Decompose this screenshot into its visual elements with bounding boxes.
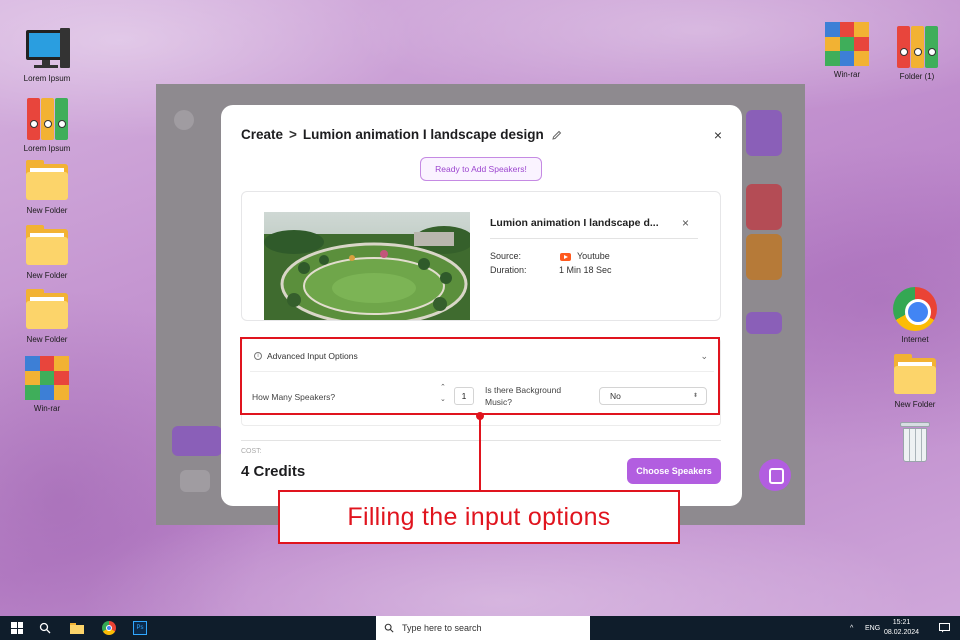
video-card: Lumion animation I landscape d... × Sour…	[241, 191, 721, 321]
desktop-icon-label: New Folder	[894, 400, 936, 409]
chrome-icon	[892, 287, 938, 333]
recycle-bin-icon	[892, 418, 938, 464]
scrollbar[interactable]	[720, 278, 721, 321]
edit-pencil-icon[interactable]	[552, 130, 562, 140]
desktop-icon-label: Lorem Ipsum	[23, 144, 71, 153]
backdrop-card	[746, 110, 782, 156]
chat-support-icon[interactable]	[759, 459, 791, 491]
duration-label: Duration:	[490, 265, 527, 275]
search-icon[interactable]	[34, 616, 56, 640]
windows-icon	[11, 622, 23, 634]
duration-value: 1 Min 18 Sec	[559, 265, 612, 275]
backdrop-item	[180, 470, 210, 492]
create-modal: Create > Lumion animation I landscape de…	[221, 105, 742, 506]
remove-video-icon[interactable]: ×	[682, 216, 689, 230]
desktop-icon-winrar[interactable]: Win-rar	[812, 22, 882, 79]
video-thumbnail	[264, 212, 470, 320]
video-title: Lumion animation I landscape d...	[490, 217, 659, 229]
annotation-highlight-box	[240, 337, 720, 415]
project-title: Lumion animation I landscape design	[302, 127, 544, 142]
desktop-icon-label: Folder (1)	[899, 72, 935, 81]
modal-breadcrumb: Create > Lumion animation I landscape de…	[241, 127, 562, 142]
desktop-icon-label: New Folder	[26, 335, 68, 344]
desktop-icon-folder[interactable]: New Folder	[12, 287, 82, 344]
breadcrumb-root[interactable]: Create	[241, 127, 283, 142]
binders-icon	[24, 96, 70, 142]
folder-icon	[24, 287, 70, 333]
photoshop-icon[interactable]: Ps	[128, 616, 152, 640]
divider	[490, 238, 698, 239]
winrar-icon	[824, 22, 870, 68]
backdrop-button	[172, 426, 222, 456]
desktop-icon-folder[interactable]: New Folder	[12, 158, 82, 215]
winrar-icon	[24, 356, 70, 402]
desktop-icon-computer[interactable]: Lorem Ipsum	[12, 26, 82, 83]
annotation-connector	[479, 415, 481, 491]
clock-time: 15:21	[892, 619, 911, 626]
language-indicator[interactable]: ENG	[865, 616, 880, 640]
computer-icon	[24, 26, 70, 72]
chrome-taskbar-icon[interactable]	[96, 616, 122, 640]
tray-overflow-icon[interactable]: ^	[850, 616, 853, 640]
desktop-icon-internet[interactable]: Internet	[880, 287, 950, 344]
annotation-dot	[476, 412, 484, 420]
close-icon[interactable]: ×	[714, 127, 722, 143]
desktop-icon-label: New Folder	[26, 206, 68, 215]
search-icon	[384, 623, 394, 633]
ready-to-add-speakers-button[interactable]: Ready to Add Speakers!	[420, 157, 542, 181]
youtube-icon	[560, 253, 571, 261]
desktop-icon-winrar[interactable]: Win-rar	[12, 356, 82, 413]
folder-icon	[24, 158, 70, 204]
desktop-icon-label: Win-rar	[833, 70, 861, 79]
backdrop-card	[746, 234, 782, 280]
desktop-icon-folder[interactable]: New Folder	[12, 223, 82, 280]
source-value: Youtube	[577, 251, 610, 261]
backdrop-card	[746, 312, 782, 334]
credits-value: 4 Credits	[241, 463, 306, 480]
backdrop-card	[746, 184, 782, 230]
desktop-icon-label: Internet	[901, 335, 929, 344]
folder-icon	[892, 352, 938, 398]
desktop-icon-label: Lorem Ipsum	[23, 74, 71, 83]
divider	[241, 440, 721, 441]
binders-icon	[894, 24, 940, 70]
desktop-icon-label: Win-rar	[33, 404, 61, 413]
source-label: Source:	[490, 251, 522, 261]
file-explorer-icon[interactable]	[64, 616, 90, 640]
desktop-icon-recycle-bin[interactable]	[880, 418, 950, 466]
backdrop-avatar	[174, 110, 194, 130]
folder-icon	[24, 223, 70, 269]
clock-date: 08.02.2024	[884, 629, 920, 636]
taskbar: Ps Type here to search ^ ENG 15:21 08.02…	[0, 616, 960, 640]
choose-speakers-button[interactable]: Choose Speakers	[627, 458, 721, 484]
taskbar-clock[interactable]: 15:21 08.02.2024	[884, 618, 919, 638]
start-button[interactable]	[0, 616, 34, 640]
search-placeholder: Type here to search	[402, 623, 482, 633]
desktop-icon-label: New Folder	[26, 271, 68, 280]
desktop-icon-binders[interactable]: Lorem Ipsum	[12, 96, 82, 153]
breadcrumb-separator: >	[289, 127, 297, 142]
desktop-icon-binders[interactable]: Folder (1)	[882, 24, 952, 81]
desktop-icon-folder[interactable]: New Folder	[880, 352, 950, 409]
taskbar-search-input[interactable]: Type here to search	[376, 616, 590, 640]
cost-label: COST:	[241, 448, 262, 455]
notification-icon[interactable]	[934, 616, 954, 640]
annotation-callout: Filling the input options	[278, 490, 680, 544]
